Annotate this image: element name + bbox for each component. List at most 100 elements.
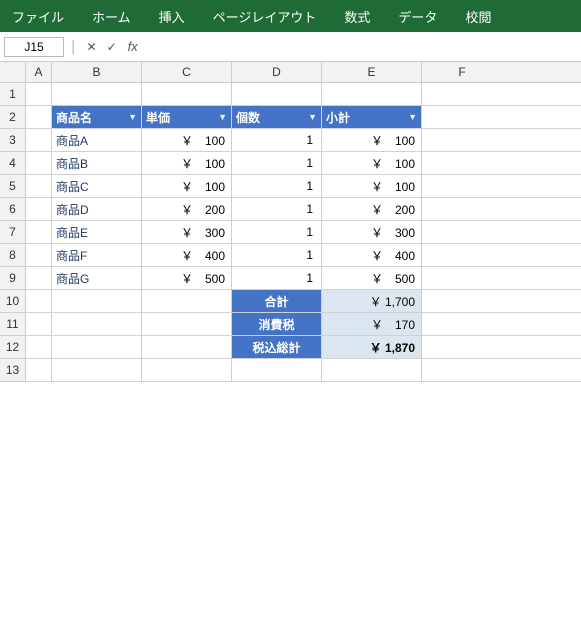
- cell-f7[interactable]: [422, 221, 502, 243]
- col-header-d[interactable]: D: [232, 62, 322, 82]
- cell-e4[interactable]: ￥ 100: [322, 152, 422, 174]
- cell-f6[interactable]: [422, 198, 502, 220]
- cell-a12[interactable]: [26, 336, 52, 358]
- cell-b13[interactable]: [52, 359, 142, 381]
- cell-b4[interactable]: 商品B: [52, 152, 142, 174]
- cell-d6[interactable]: 1: [232, 198, 322, 220]
- cell-e10-summary-value[interactable]: ￥ 1,700: [322, 290, 422, 312]
- cancel-icon[interactable]: ✕: [84, 40, 100, 54]
- cell-c10[interactable]: [142, 290, 232, 312]
- col-e-dropdown-arrow[interactable]: ▼: [408, 112, 417, 122]
- col-b-dropdown-arrow[interactable]: ▼: [128, 112, 137, 122]
- cell-c4[interactable]: ￥ 100: [142, 152, 232, 174]
- cell-e3[interactable]: ￥ 100: [322, 129, 422, 151]
- cell-b11[interactable]: [52, 313, 142, 335]
- cell-b12[interactable]: [52, 336, 142, 358]
- cell-d11-summary-label[interactable]: 消費税: [232, 313, 322, 335]
- col-header-a[interactable]: A: [26, 62, 52, 82]
- cell-f2[interactable]: [422, 106, 502, 128]
- cell-e13[interactable]: [322, 359, 422, 381]
- cell-b6[interactable]: 商品D: [52, 198, 142, 220]
- cell-d7[interactable]: 1: [232, 221, 322, 243]
- confirm-icon[interactable]: ✓: [104, 40, 120, 54]
- cell-a1[interactable]: [26, 83, 52, 105]
- cell-e2-header[interactable]: 小計 ▼: [322, 106, 422, 128]
- cell-e6[interactable]: ￥ 200: [322, 198, 422, 220]
- cell-f4[interactable]: [422, 152, 502, 174]
- menu-review[interactable]: 校閲: [461, 5, 495, 28]
- col-header-f[interactable]: F: [422, 62, 502, 82]
- cell-b3[interactable]: 商品A: [52, 129, 142, 151]
- menu-home[interactable]: ホーム: [88, 5, 135, 28]
- cell-a10[interactable]: [26, 290, 52, 312]
- cell-f13[interactable]: [422, 359, 502, 381]
- menu-data[interactable]: データ: [394, 5, 441, 28]
- cell-f8[interactable]: [422, 244, 502, 266]
- cell-e7[interactable]: ￥ 300: [322, 221, 422, 243]
- cell-c3[interactable]: ￥ 100: [142, 129, 232, 151]
- col-header-b[interactable]: B: [52, 62, 142, 82]
- cell-d4[interactable]: 1: [232, 152, 322, 174]
- cell-c12[interactable]: [142, 336, 232, 358]
- cell-a8[interactable]: [26, 244, 52, 266]
- cell-c7[interactable]: ￥ 300: [142, 221, 232, 243]
- cell-d5[interactable]: 1: [232, 175, 322, 197]
- cell-c9[interactable]: ￥ 500: [142, 267, 232, 289]
- cell-reference-box[interactable]: [4, 37, 64, 57]
- cell-d9[interactable]: 1: [232, 267, 322, 289]
- cell-b9[interactable]: 商品G: [52, 267, 142, 289]
- cell-a2[interactable]: [26, 106, 52, 128]
- cell-c8[interactable]: ￥ 400: [142, 244, 232, 266]
- cell-f5[interactable]: [422, 175, 502, 197]
- col-c-header-label: 単価: [146, 109, 216, 126]
- cell-f10[interactable]: [422, 290, 502, 312]
- cell-c5[interactable]: ￥ 100: [142, 175, 232, 197]
- cell-c6[interactable]: ￥ 200: [142, 198, 232, 220]
- cell-b7[interactable]: 商品E: [52, 221, 142, 243]
- col-d-dropdown-arrow[interactable]: ▼: [308, 112, 317, 122]
- col-header-e[interactable]: E: [322, 62, 422, 82]
- cell-f9[interactable]: [422, 267, 502, 289]
- col-c-dropdown-arrow[interactable]: ▼: [218, 112, 227, 122]
- cell-a3[interactable]: [26, 129, 52, 151]
- cell-b5[interactable]: 商品C: [52, 175, 142, 197]
- menu-page-layout[interactable]: ページレイアウト: [209, 5, 321, 28]
- cell-e8[interactable]: ￥ 400: [322, 244, 422, 266]
- cell-e5[interactable]: ￥ 100: [322, 175, 422, 197]
- cell-a9[interactable]: [26, 267, 52, 289]
- menu-file[interactable]: ファイル: [8, 5, 68, 28]
- menu-insert[interactable]: 挿入: [155, 5, 189, 28]
- cell-d2-header[interactable]: 個数 ▼: [232, 106, 322, 128]
- cell-c13[interactable]: [142, 359, 232, 381]
- cell-d1[interactable]: [232, 83, 322, 105]
- cell-a5[interactable]: [26, 175, 52, 197]
- cell-d8[interactable]: 1: [232, 244, 322, 266]
- cell-a13[interactable]: [26, 359, 52, 381]
- menu-formula[interactable]: 数式: [340, 5, 374, 28]
- cell-a4[interactable]: [26, 152, 52, 174]
- cell-c1[interactable]: [142, 83, 232, 105]
- cell-c2-header[interactable]: 単価 ▼: [142, 106, 232, 128]
- cell-b8[interactable]: 商品F: [52, 244, 142, 266]
- cell-a7[interactable]: [26, 221, 52, 243]
- cell-f3[interactable]: [422, 129, 502, 151]
- cell-c11[interactable]: [142, 313, 232, 335]
- cell-d12-summary-label[interactable]: 税込総計: [232, 336, 322, 358]
- cell-b10[interactable]: [52, 290, 142, 312]
- cell-e9[interactable]: ￥ 500: [322, 267, 422, 289]
- cell-f1[interactable]: [422, 83, 502, 105]
- cell-d10-summary-label[interactable]: 合計: [232, 290, 322, 312]
- cell-a11[interactable]: [26, 313, 52, 335]
- col-header-c[interactable]: C: [142, 62, 232, 82]
- cell-e1[interactable]: [322, 83, 422, 105]
- cell-a6[interactable]: [26, 198, 52, 220]
- formula-input[interactable]: [146, 39, 577, 54]
- cell-e12-summary-total[interactable]: ￥ 1,870: [322, 336, 422, 358]
- cell-e11-summary-value[interactable]: ￥ 170: [322, 313, 422, 335]
- cell-f11[interactable]: [422, 313, 502, 335]
- cell-d13[interactable]: [232, 359, 322, 381]
- cell-f12[interactable]: [422, 336, 502, 358]
- cell-d3[interactable]: 1: [232, 129, 322, 151]
- cell-b1[interactable]: [52, 83, 142, 105]
- cell-b2-header[interactable]: 商品名 ▼: [52, 106, 142, 128]
